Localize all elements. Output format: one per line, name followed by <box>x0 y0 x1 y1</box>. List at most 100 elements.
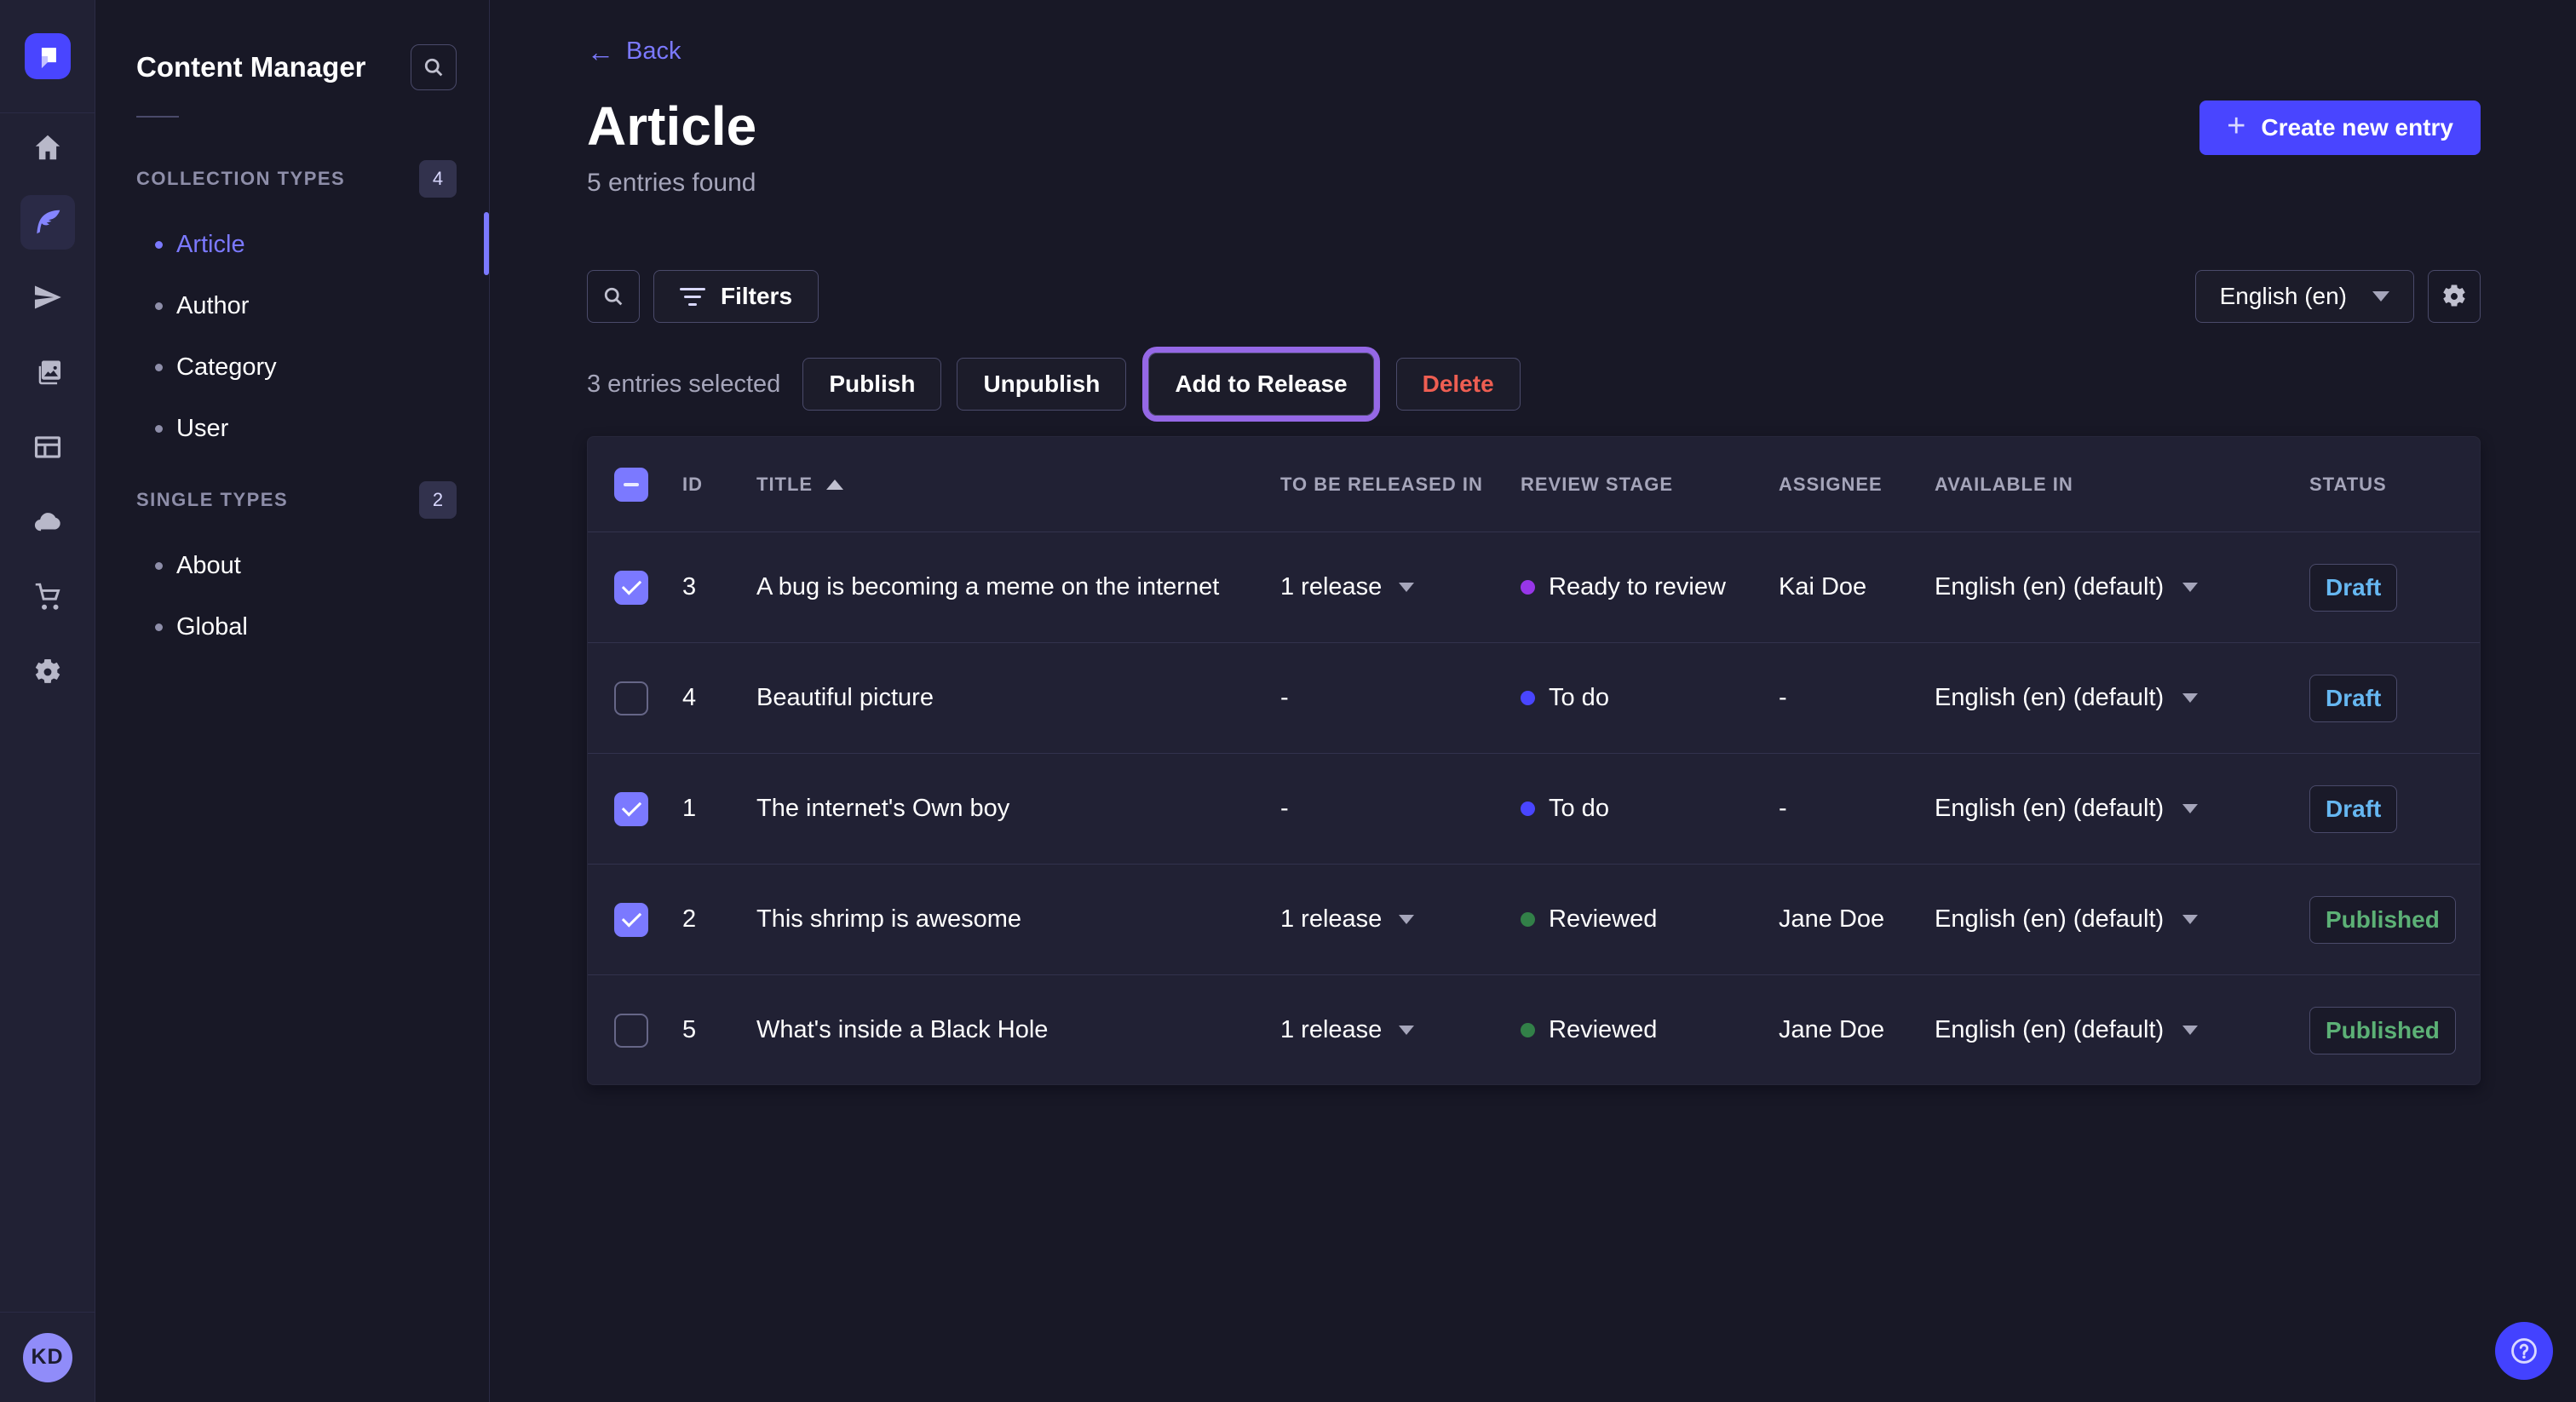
table-row[interactable]: 1 The internet's Own boy - To do - Engli… <box>588 753 2480 864</box>
cell-title: The internet's Own boy <box>756 795 1280 823</box>
sidebar-item-about[interactable]: About <box>95 535 489 596</box>
table-search-button[interactable] <box>587 270 640 323</box>
status-badge: Published <box>2309 1007 2456 1054</box>
chevron-down-icon[interactable] <box>2182 693 2198 703</box>
column-header-release[interactable]: TO BE RELEASED IN <box>1280 474 1521 496</box>
select-all-checkbox[interactable] <box>614 468 648 502</box>
cell-stage: To do <box>1549 795 1609 823</box>
sidebar-item-user[interactable]: User <box>95 398 489 459</box>
filters-button[interactable]: Filters <box>653 270 819 323</box>
sidebar-search-button[interactable] <box>411 44 457 90</box>
user-avatar[interactable]: KD <box>23 1333 72 1382</box>
cell-id: 2 <box>682 905 756 934</box>
entries-table: ID TITLE TO BE RELEASED IN REVIEW STAGE … <box>587 436 2481 1085</box>
cell-assignee: Jane Doe <box>1779 905 1935 934</box>
cell-title: A bug is becoming a meme on the internet <box>756 573 1280 601</box>
table-row[interactable]: 4 Beautiful picture - To do - English (e… <box>588 642 2480 753</box>
marketplace-icon[interactable] <box>20 570 75 624</box>
locale-value: English (en) <box>2220 283 2347 310</box>
cell-assignee: - <box>1779 684 1935 712</box>
row-checkbox[interactable] <box>614 681 648 715</box>
column-header-assignee[interactable]: ASSIGNEE <box>1779 474 1935 496</box>
sidebar-item-author[interactable]: Author <box>95 275 489 336</box>
single-types-section: SINGLE TYPES 2 About Global <box>95 481 489 658</box>
publish-button[interactable]: Publish <box>802 358 941 411</box>
add-to-release-button[interactable]: Add to Release <box>1148 353 1373 416</box>
create-new-entry-button[interactable]: + Create new entry <box>2199 101 2481 155</box>
logo-area <box>0 0 95 113</box>
sidebar-scroll-indicator[interactable] <box>484 212 489 275</box>
unpublish-button[interactable]: Unpublish <box>957 358 1126 411</box>
cell-stage: Reviewed <box>1549 905 1657 934</box>
column-header-locale[interactable]: AVAILABLE IN <box>1935 474 2309 496</box>
sidebar-item-global[interactable]: Global <box>95 596 489 658</box>
chevron-down-icon[interactable] <box>2182 804 2198 813</box>
collection-types-section: COLLECTION TYPES 4 Article Author Catego… <box>95 160 489 459</box>
bullet-icon <box>155 623 163 631</box>
cell-locale: English (en) (default) <box>1935 573 2164 601</box>
stage-dot <box>1521 912 1535 927</box>
table-row[interactable]: 5 What's inside a Black Hole 1 release R… <box>588 974 2480 1085</box>
table-row[interactable]: 3 A bug is becoming a meme on the intern… <box>588 531 2480 642</box>
main-content: ← Back Article 5 entries found + Create … <box>490 0 2576 1402</box>
strapi-logo[interactable] <box>25 33 71 79</box>
content-manager-icon[interactable] <box>20 195 75 250</box>
sidebar-item-category[interactable]: Category <box>95 336 489 398</box>
single-types-label: SINGLE TYPES <box>136 489 288 511</box>
cell-assignee: Jane Doe <box>1779 1016 1935 1044</box>
stage-dot <box>1521 691 1535 705</box>
chevron-down-icon[interactable] <box>2182 583 2198 592</box>
content-type-builder-icon[interactable] <box>20 420 75 474</box>
cell-id: 1 <box>682 795 756 823</box>
cell-locale: English (en) (default) <box>1935 1016 2164 1044</box>
home-icon[interactable] <box>20 120 75 175</box>
sort-ascending-icon <box>826 480 843 490</box>
delete-button[interactable]: Delete <box>1396 358 1521 411</box>
row-checkbox[interactable] <box>614 792 648 826</box>
rail-icon-list <box>20 113 75 1312</box>
cell-locale: English (en) (default) <box>1935 905 2164 934</box>
sidebar-item-label: About <box>176 552 241 580</box>
view-settings-button[interactable] <box>2428 270 2481 323</box>
cell-assignee: Kai Doe <box>1779 573 1935 601</box>
chevron-down-icon[interactable] <box>1399 1026 1414 1035</box>
column-header-title[interactable]: TITLE <box>756 474 1280 496</box>
sidebar-item-label: Article <box>176 231 245 259</box>
table-row[interactable]: 2 This shrimp is awesome 1 release Revie… <box>588 864 2480 974</box>
status-badge: Published <box>2309 896 2456 944</box>
chevron-down-icon[interactable] <box>1399 583 1414 592</box>
sidebar-item-article[interactable]: Article <box>95 214 489 275</box>
back-arrow-icon: ← <box>587 38 614 66</box>
cell-locale: English (en) (default) <box>1935 684 2164 712</box>
cell-id: 3 <box>682 573 756 601</box>
row-checkbox[interactable] <box>614 571 648 605</box>
cloud-icon[interactable] <box>20 495 75 549</box>
releases-icon[interactable] <box>20 270 75 325</box>
chevron-down-icon[interactable] <box>1399 915 1414 924</box>
cell-title: What's inside a Black Hole <box>756 1016 1280 1044</box>
back-link[interactable]: ← Back <box>587 37 681 66</box>
row-checkbox[interactable] <box>614 903 648 937</box>
chevron-down-icon[interactable] <box>2182 915 2198 924</box>
cell-release: 1 release <box>1280 573 1382 601</box>
cell-id: 5 <box>682 1016 756 1044</box>
settings-icon[interactable] <box>20 645 75 699</box>
chevron-down-icon[interactable] <box>2182 1026 2198 1035</box>
collection-types-label: COLLECTION TYPES <box>136 168 345 190</box>
selection-summary: 3 entries selected <box>587 371 780 399</box>
gear-icon <box>2440 282 2469 311</box>
filter-icon <box>680 288 705 306</box>
sidebar-divider <box>136 116 179 118</box>
stage-dot <box>1521 580 1535 595</box>
column-header-status[interactable]: STATUS <box>2309 474 2480 496</box>
column-header-stage[interactable]: REVIEW STAGE <box>1521 474 1779 496</box>
media-library-icon[interactable] <box>20 345 75 399</box>
cell-title: This shrimp is awesome <box>756 905 1280 934</box>
help-button[interactable] <box>2495 1322 2553 1380</box>
column-header-id[interactable]: ID <box>682 474 756 496</box>
status-badge: Draft <box>2309 675 2397 722</box>
rail-user-area: KD <box>0 1312 95 1402</box>
cell-stage: Ready to review <box>1549 573 1726 601</box>
locale-select[interactable]: English (en) <box>2195 270 2414 323</box>
row-checkbox[interactable] <box>614 1014 648 1048</box>
